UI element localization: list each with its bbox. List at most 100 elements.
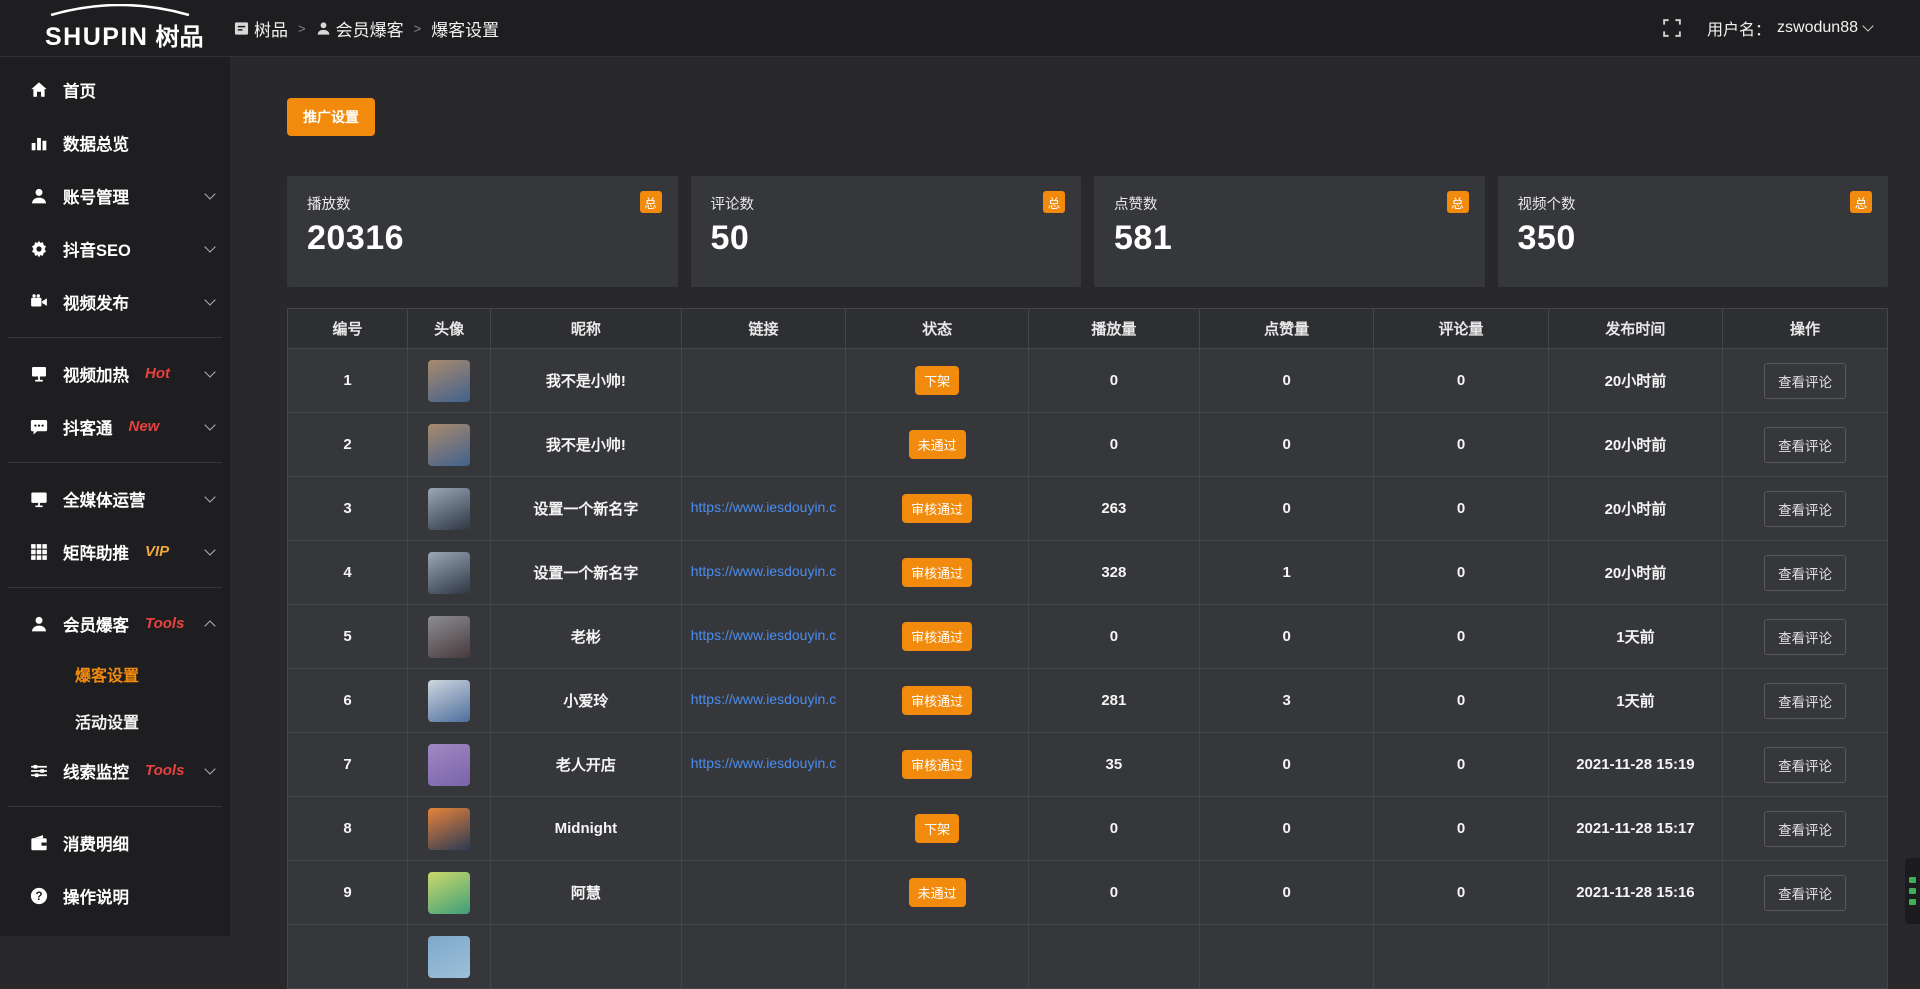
sidebar-item-label: 账号管理 (63, 184, 129, 208)
cell-status: 审核通过 (846, 669, 1028, 733)
cell-action: 查看评论 (1723, 541, 1888, 605)
cell-avatar (408, 733, 491, 797)
view-comments-button[interactable]: 查看评论 (1764, 491, 1846, 527)
sidebar-item-clue-monitor[interactable]: 线索监控Tools (0, 744, 230, 797)
cell-action: 查看评论 (1723, 669, 1888, 733)
stat-card: 播放数20316总 (287, 176, 678, 287)
sidebar-item-video-heating[interactable]: 视频加热 Hot (0, 347, 230, 400)
sidebar: 首页数据总览账号管理抖音SEO 视频发布视频加热 Hot 抖客通New 全媒体运营矩阵助… (0, 57, 230, 936)
sidebar-item-label: 抖音SEO (63, 237, 131, 261)
chevron-down-icon (204, 544, 215, 555)
view-comments-button[interactable]: 查看评论 (1764, 875, 1846, 911)
breadcrumb-item-root[interactable]: 树品 (234, 16, 288, 41)
cell-avatar (408, 541, 491, 605)
sidebar-item-douketong[interactable]: 抖客通New (0, 400, 230, 453)
sidebar-item-label: 视频加热 (63, 362, 129, 386)
avatar (428, 360, 470, 402)
sidebar-subitem-activity-settings[interactable]: 活动设置 (0, 697, 230, 744)
bar-chart-icon (30, 134, 48, 152)
column-header: 编号 (288, 309, 408, 349)
view-comments-button[interactable]: 查看评论 (1764, 363, 1846, 399)
sidebar-item-account-management[interactable]: 账号管理 (0, 169, 230, 222)
cell-link (681, 861, 846, 925)
chevron-up-icon (204, 620, 215, 631)
view-comments-button[interactable]: 查看评论 (1764, 683, 1846, 719)
monitor-icon (30, 490, 48, 508)
cell-avatar (408, 797, 491, 861)
cell-plays: 35 (1028, 733, 1199, 797)
cell-nickname: 老人开店 (491, 733, 681, 797)
column-header: 发布时间 (1548, 309, 1722, 349)
column-header: 链接 (681, 309, 846, 349)
cell-plays: 281 (1028, 669, 1199, 733)
stat-total-badge: 总 (1850, 191, 1872, 213)
cell-likes: 0 (1199, 797, 1373, 861)
avatar (428, 488, 470, 530)
cell-plays: 0 (1028, 349, 1199, 413)
status-badge: 未通过 (909, 430, 966, 459)
stat-label: 播放数 (307, 193, 658, 214)
sidebar-item-douyin-seo[interactable]: 抖音SEO (0, 222, 230, 275)
view-comments-button[interactable]: 查看评论 (1764, 747, 1846, 783)
video-link[interactable]: https://www.iesdouyin.c (691, 755, 837, 771)
view-comments-button[interactable]: 查看评论 (1764, 619, 1846, 655)
cell-publish-time: 20小时前 (1548, 477, 1722, 541)
promo-settings-button[interactable]: 推广设置 (287, 98, 375, 136)
cell-avatar (408, 413, 491, 477)
status-badge: 审核通过 (902, 494, 972, 523)
avatar (428, 936, 470, 978)
sidebar-item-badge: Hot (145, 365, 170, 382)
sidebar-item-member-baoke[interactable]: 会员爆客Tools (0, 597, 230, 650)
floating-widget[interactable] (1905, 858, 1920, 924)
sidebar-item-operation-guide[interactable]: ?操作说明 (0, 869, 230, 922)
sidebar-item-label: 视频发布 (63, 290, 129, 314)
column-header: 评论量 (1374, 309, 1548, 349)
sidebar-subitem-baoke-settings[interactable]: 爆客设置 (0, 650, 230, 697)
cell-publish-time: 20小时前 (1548, 413, 1722, 477)
cell-plays: 0 (1028, 605, 1199, 669)
fullscreen-icon[interactable] (1663, 19, 1681, 37)
cell-id: 1 (288, 349, 408, 413)
sidebar-item-matrix-boost[interactable]: 矩阵助推VIP (0, 525, 230, 578)
view-comments-button[interactable]: 查看评论 (1764, 555, 1846, 591)
stat-label: 点赞数 (1114, 193, 1465, 214)
cell-action: 查看评论 (1723, 605, 1888, 669)
chevron-down-icon (204, 188, 215, 199)
video-link[interactable]: https://www.iesdouyin.c (691, 499, 837, 515)
breadcrumb-item-member[interactable]: 会员爆客 (316, 16, 404, 41)
stat-card: 评论数50总 (691, 176, 1082, 287)
user-icon (30, 615, 48, 633)
cell-likes: 0 (1199, 605, 1373, 669)
avatar (428, 872, 470, 914)
sidebar-item-badge: Tools (145, 762, 184, 779)
sidebar-item-data-overview[interactable]: 数据总览 (0, 116, 230, 169)
cell-likes: 0 (1199, 733, 1373, 797)
video-link[interactable]: https://www.iesdouyin.c (691, 627, 837, 643)
cell-link: https://www.iesdouyin.c (681, 477, 846, 541)
status-badge: 审核通过 (902, 558, 972, 587)
sidebar-item-consumption-details[interactable]: 消费明细 (0, 816, 230, 869)
cell-plays: 0 (1028, 413, 1199, 477)
stat-total-badge: 总 (1043, 191, 1065, 213)
user-menu[interactable]: 用户名： zswodun88 (1707, 16, 1872, 40)
sidebar-item-video-publish[interactable]: 视频发布 (0, 275, 230, 328)
breadcrumb: 树品 > 会员爆客 > 爆客设置 (234, 16, 499, 41)
sidebar-item-home[interactable]: 首页 (0, 63, 230, 116)
video-link[interactable]: https://www.iesdouyin.c (691, 691, 837, 707)
logo-text-cn: 树品 (155, 17, 203, 52)
app-logo: SHUPIN 树品 (0, 4, 230, 52)
chevron-down-icon (1862, 20, 1873, 31)
cell-comments: 0 (1374, 797, 1548, 861)
column-header: 点赞量 (1199, 309, 1373, 349)
username-value: zswodun88 (1777, 19, 1858, 37)
cell-nickname: 小爱玲 (491, 669, 681, 733)
video-link[interactable]: https://www.iesdouyin.c (691, 563, 837, 579)
view-comments-button[interactable]: 查看评论 (1764, 427, 1846, 463)
cell-plays: 263 (1028, 477, 1199, 541)
sidebar-item-omni-media[interactable]: 全媒体运营 (0, 472, 230, 525)
status-badge: 未通过 (909, 878, 966, 907)
cell-plays: 328 (1028, 541, 1199, 605)
status-badge: 审核通过 (902, 750, 972, 779)
sidebar-item-label: 数据总览 (63, 131, 129, 155)
view-comments-button[interactable]: 查看评论 (1764, 811, 1846, 847)
